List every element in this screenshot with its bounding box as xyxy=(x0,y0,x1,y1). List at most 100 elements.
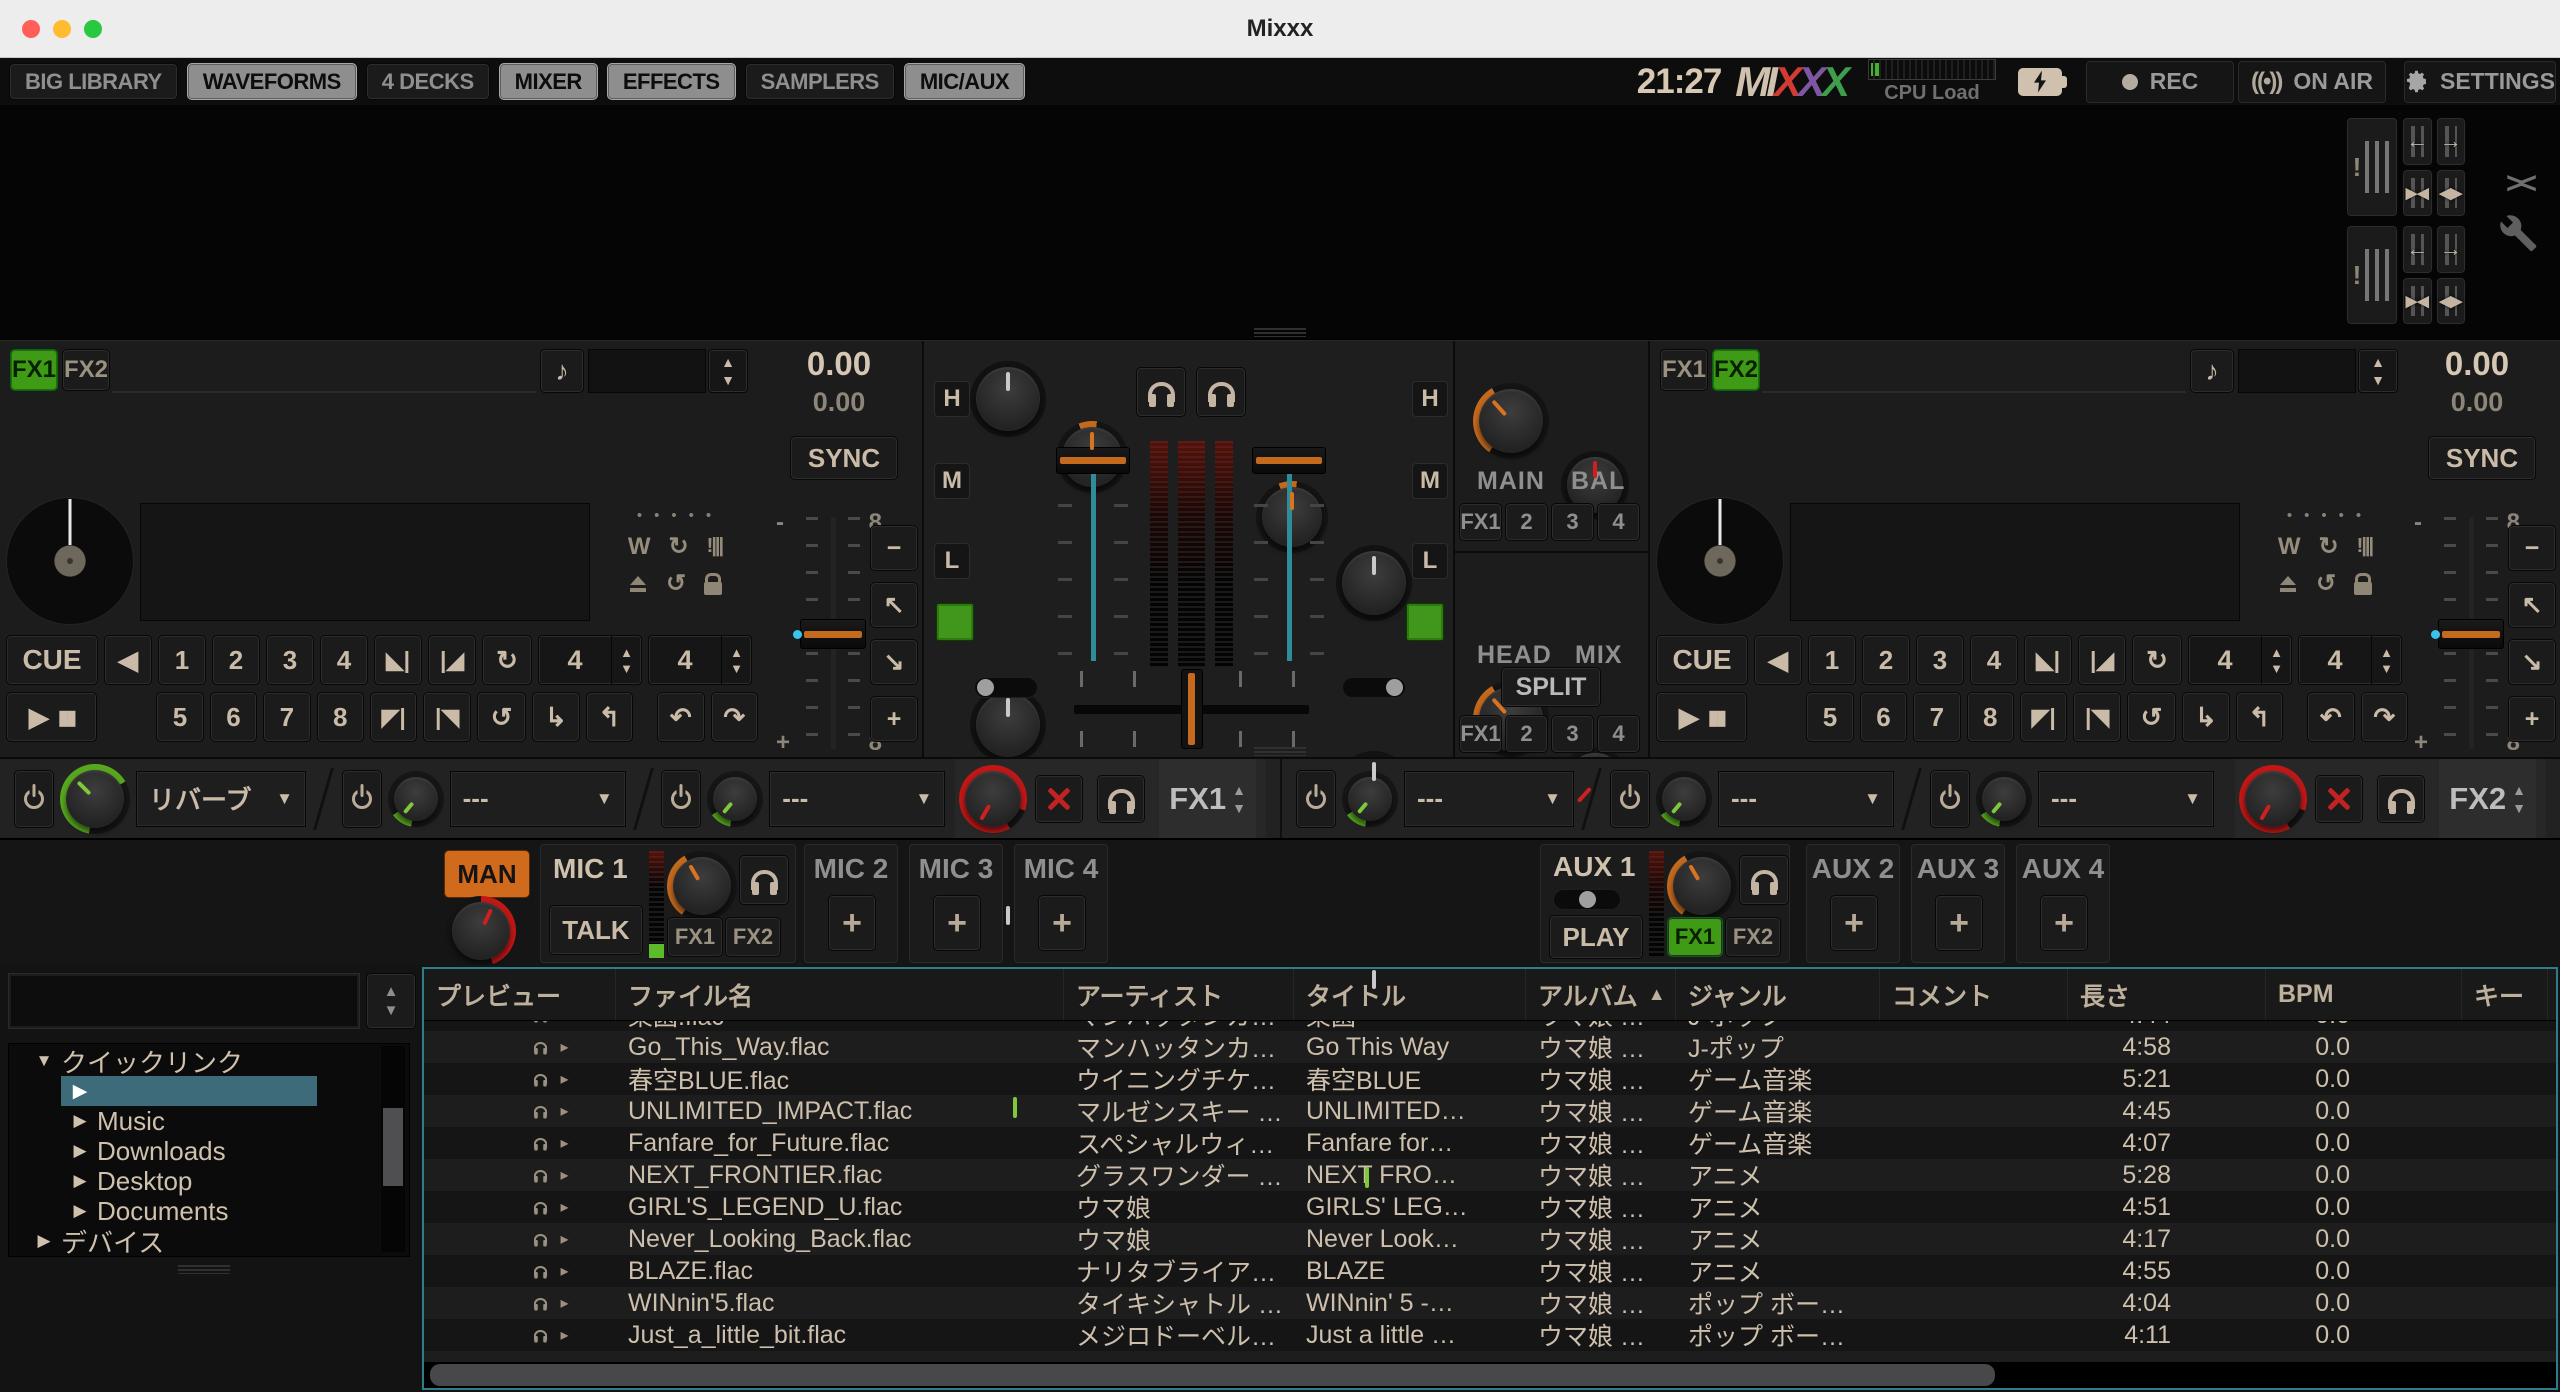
preview-cell[interactable]: ▸ xyxy=(424,1293,616,1313)
back-button[interactable]: ◀ xyxy=(1754,635,1802,685)
track-row[interactable]: ▸ NEXT_FRONTIER.flac グラスワンダー … NEXT FRO…… xyxy=(424,1159,2556,1191)
splitter-handle[interactable] xyxy=(1254,328,1306,337)
undo-loop-button[interactable]: ↶ xyxy=(657,692,704,742)
effect-selector[interactable]: ---▼ xyxy=(769,771,945,827)
head-fx4-button[interactable]: 4 xyxy=(1597,715,1640,753)
eq-high-knob-ch1[interactable] xyxy=(976,367,1040,431)
loop-double-button[interactable]: |◥ xyxy=(423,692,470,742)
tree-scrollbar-thumb[interactable] xyxy=(383,1108,403,1186)
loop-in-button[interactable]: ◣| xyxy=(374,635,422,685)
preview-play-icon[interactable]: ▸ xyxy=(560,1229,568,1249)
effect-selector[interactable]: ---▼ xyxy=(1718,771,1894,827)
beats-later-button[interactable]: → xyxy=(2436,225,2467,274)
repeat-icon[interactable]: ↻ xyxy=(669,532,689,561)
spinner-up-icon[interactable]: ▲ xyxy=(721,355,735,369)
beatjump-back-button[interactable]: ↰ xyxy=(586,692,633,742)
tree-item[interactable]: ▶ Downloads xyxy=(9,1136,409,1166)
balance-knob[interactable] xyxy=(1567,457,1623,513)
library-expand-icon[interactable]: ▲▼ xyxy=(366,973,416,1029)
preview-play-icon[interactable]: ▸ xyxy=(560,1069,568,1089)
key-spinner[interactable]: ▲▼ xyxy=(2358,349,2398,393)
unit-label-area[interactable]: FX2 ▲▼ xyxy=(2439,759,2536,838)
gain-knob-ch2[interactable] xyxy=(1262,487,1322,547)
nudge-up-button[interactable]: ↖ xyxy=(2508,582,2556,628)
pfl-headphone-button-ch1[interactable] xyxy=(1136,367,1186,417)
beats-faster-button[interactable]: ▶◀ xyxy=(2402,169,2433,218)
pitch-slider[interactable]: - 8 + 8 xyxy=(2444,517,2498,749)
beatjump-forward-button[interactable]: ↳ xyxy=(2182,692,2229,742)
cue-button[interactable]: CUE xyxy=(6,635,98,685)
tree-expand-icon[interactable]: ▶ xyxy=(63,1080,97,1103)
add-aux-button[interactable]: + xyxy=(1935,895,1983,951)
search-input[interactable] xyxy=(8,973,360,1029)
hotcue-8-button[interactable]: 8 xyxy=(317,692,364,742)
spinner-down-icon[interactable]: ▼ xyxy=(2270,662,2283,675)
spinner-down-icon[interactable]: ▼ xyxy=(730,662,743,675)
tree-item[interactable]: ▶ Documents xyxy=(9,1196,409,1226)
tree-expand-icon[interactable]: ▶ xyxy=(63,1201,97,1221)
pitch-slider[interactable]: - 8 + 8 xyxy=(806,517,860,749)
beatloop-size-spinner[interactable]: 4 ▲▼ xyxy=(2188,635,2292,685)
preview-play-icon[interactable]: ▸ xyxy=(560,1101,568,1121)
view-toggle-button[interactable]: WAVEFORMS xyxy=(187,63,357,100)
mic1-pfl-button[interactable] xyxy=(739,855,789,905)
preview-play-icon[interactable]: ▸ xyxy=(560,1021,568,1025)
column-header[interactable]: 長さ xyxy=(2068,969,2266,1020)
preview-play-icon[interactable]: ▸ xyxy=(560,1293,568,1313)
preview-cell[interactable]: ▸ xyxy=(424,1069,616,1089)
tree-expand-icon[interactable]: ▶ xyxy=(63,1171,97,1191)
eq-low-knob-ch1[interactable] xyxy=(976,901,1040,965)
spinner-down-icon[interactable]: ▼ xyxy=(721,373,735,387)
back-button[interactable]: ◀ xyxy=(104,635,152,685)
effect-selector[interactable]: ---▼ xyxy=(450,771,626,827)
mix-mode-button[interactable] xyxy=(1035,775,1083,823)
view-toggle-button[interactable]: 4 DECKS xyxy=(366,63,490,100)
beatloop-toggle-button[interactable]: ↻ xyxy=(482,635,532,685)
settings-button[interactable]: SETTINGS xyxy=(2404,61,2556,103)
spinner-up-icon[interactable]: ▲ xyxy=(620,646,633,659)
sidebar-splitter-handle[interactable] xyxy=(178,1265,230,1274)
pitch-handle[interactable] xyxy=(2438,619,2504,649)
preview-play-icon[interactable]: ▸ xyxy=(560,1261,568,1281)
view-toggle-button[interactable]: MIC/AUX xyxy=(904,63,1025,100)
headphone-mix-knob[interactable] xyxy=(1565,753,1625,813)
add-mic-button[interactable]: + xyxy=(1038,895,1086,951)
spinner-down-icon[interactable]: ▼ xyxy=(2371,373,2385,387)
spinner-up-icon[interactable]: ▲ xyxy=(1232,783,1246,797)
scrollbar-thumb[interactable] xyxy=(430,1364,1995,1386)
column-header[interactable]: プレビュー xyxy=(424,969,616,1020)
aux1-orientation-toggle[interactable] xyxy=(1553,889,1621,910)
reloop-button[interactable]: ↺ xyxy=(477,692,526,742)
gain-knob-ch1[interactable] xyxy=(1062,427,1122,487)
spinner-up-icon[interactable]: ▲ xyxy=(730,646,743,659)
effect-power-button[interactable] xyxy=(14,770,54,828)
eq-low-knob-ch2[interactable] xyxy=(1342,965,1406,1029)
preview-cell[interactable]: ▸ xyxy=(424,1133,616,1153)
hotcue-6-button[interactable]: 6 xyxy=(210,692,257,742)
spinner-down-icon[interactable]: ▼ xyxy=(2512,801,2526,815)
spinner-up-icon[interactable]: ▲ xyxy=(2371,355,2385,369)
preview-play-icon[interactable]: ▸ xyxy=(560,1133,568,1153)
column-header[interactable]: キー xyxy=(2462,969,2548,1020)
spinner-up-icon[interactable]: ▲ xyxy=(2380,646,2393,659)
vinyl-spinner[interactable] xyxy=(6,497,134,625)
track-row[interactable]: ▸ 春空BLUE.flac ウイニングチケ… 春空BLUE ウマ娘 … ゲーム音… xyxy=(424,1063,2556,1095)
mic1-gain-knob[interactable] xyxy=(673,857,731,915)
close-window-icon[interactable] xyxy=(22,20,40,38)
reloop-icon[interactable]: ↺ xyxy=(666,569,686,598)
effect-power-button[interactable] xyxy=(661,770,701,828)
beatjump-back-button[interactable]: ↰ xyxy=(2236,692,2283,742)
view-toggle-button[interactable]: BIG LIBRARY xyxy=(9,63,178,100)
aux1-gain-knob[interactable] xyxy=(1673,857,1731,915)
track-row[interactable]: ▸ BLAZE.flac ナリタブライア… BLAZE ウマ娘 … アニメ 4:… xyxy=(424,1255,2556,1287)
beats-slower-button[interactable]: ◀▶ xyxy=(2436,277,2467,326)
crossfader-handle[interactable] xyxy=(1181,669,1203,749)
beats-slower-button[interactable]: ◀▶ xyxy=(2436,169,2467,218)
key-spinner[interactable]: ▲▼ xyxy=(708,349,748,393)
column-header[interactable]: ジャンル xyxy=(1676,969,1880,1020)
track-row[interactable]: ▸ 楽園.flac マンハッタンカ… 楽園 ウマ娘 … J-ポップ 4:44 0… xyxy=(424,1021,2556,1031)
tree-expand-icon[interactable]: ▶ xyxy=(27,1231,61,1251)
rate-down-button[interactable]: − xyxy=(2508,525,2556,571)
preview-cell[interactable]: ▸ xyxy=(424,1325,616,1345)
track-row[interactable]: ▸ Fanfare_for_Future.flac スペシャルウィ… Fanfa… xyxy=(424,1127,2556,1159)
